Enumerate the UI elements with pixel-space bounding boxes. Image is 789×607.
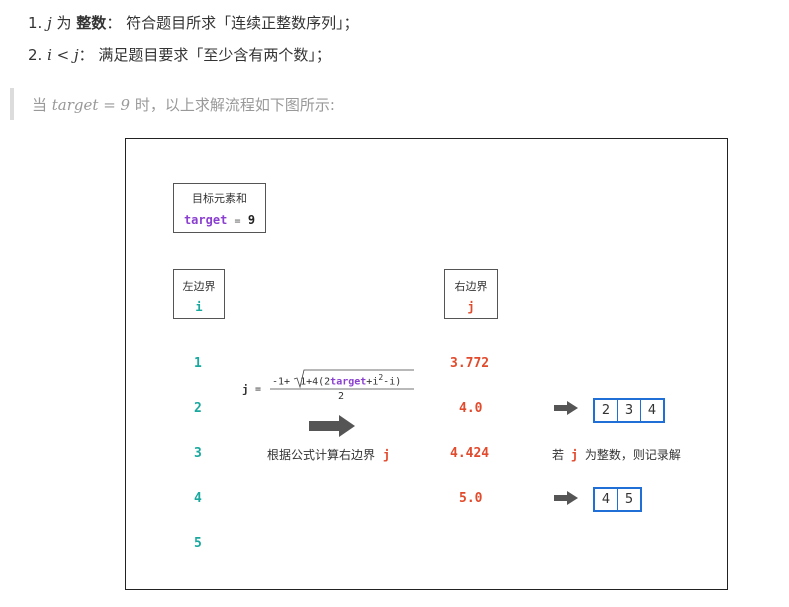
i-value-2: 2: [194, 401, 202, 416]
diagram-panel: 目标元素和 target = 9 左边界 i 右边界 j 1 2 3 4 5 3…: [125, 138, 728, 590]
right-boundary-label: 右边界: [454, 280, 488, 293]
formula-eq: =: [255, 384, 262, 395]
j-value-2: 4.0: [459, 401, 483, 416]
target-keyword: target: [183, 213, 228, 227]
right-boundary-var: j: [467, 300, 475, 314]
solution-2-cell: 4: [595, 489, 618, 510]
caption-record-var: j: [570, 448, 579, 462]
formula-denominator: 2: [338, 391, 345, 402]
intro-line-1-post: ： 符合题目所求「连续正整数序列」；: [106, 14, 359, 32]
left-boundary-label: 左边界: [182, 280, 216, 293]
note-expression: target = 9: [51, 96, 131, 114]
intro-line-1-number: 1.: [28, 14, 43, 32]
blockquote-note: 当 target = 9 时，以上求解流程如下图所示:: [32, 94, 335, 115]
i-value-3: 3: [194, 446, 202, 461]
target-value: 9: [247, 213, 256, 227]
intro-line-2-expression: i < j: [47, 46, 79, 64]
solution-1: 2 3 4: [593, 398, 665, 423]
j-value-1: 3.772: [450, 356, 490, 371]
intro-line-2: 2. i < j： 满足题目要求「至少含有两个数」；: [28, 44, 331, 65]
caption-compute-text: 根据公式计算右边界: [267, 448, 376, 462]
blockquote-bar: [10, 88, 14, 120]
caption-record-pre: 若: [552, 448, 565, 462]
intro-line-1-pre: 为: [51, 14, 77, 32]
j-value-4: 5.0: [459, 491, 483, 506]
i-value-1: 1: [194, 356, 202, 371]
left-boundary-box: 左边界 i: [173, 269, 225, 319]
solution-arrow-icon: [554, 491, 578, 505]
caption-record: 若 j 为整数，则记录解: [552, 446, 681, 463]
intro-line-2-post: ： 满足题目要求「至少含有两个数」；: [78, 46, 331, 64]
right-boundary-box: 右边界 j: [444, 269, 498, 319]
target-operator: =: [234, 216, 241, 227]
caption-compute: 根据公式计算右边界 j: [267, 446, 390, 463]
j-value-3: 4.424: [450, 446, 490, 461]
solution-2: 4 5: [593, 487, 642, 512]
solution-1-cell: 4: [647, 403, 657, 418]
left-boundary-var: i: [195, 300, 203, 314]
intro-line-1-bold: 整数: [76, 14, 107, 32]
target-box: 目标元素和 target = 9: [173, 183, 266, 233]
solution-2-cell: 5: [624, 492, 634, 507]
solution-1-cell: 3: [618, 400, 641, 421]
target-box-label: 目标元素和: [192, 192, 247, 205]
target-equation: target = 9: [174, 213, 265, 227]
i-value-5: 5: [194, 536, 202, 551]
note-pre: 当: [32, 96, 52, 114]
caption-compute-var: j: [382, 448, 391, 462]
intro-line-1: 1. j 为 整数： 符合题目所求「连续正整数序列」；: [28, 12, 359, 33]
formula-lhs: j: [242, 383, 249, 396]
intro-line-2-number: 2.: [28, 46, 43, 64]
solution-arrow-icon: [554, 401, 578, 415]
note-post: 时，以上求解流程如下图所示:: [130, 96, 335, 114]
caption-record-post: 为整数，则记录解: [584, 448, 681, 462]
i-value-4: 4: [194, 491, 202, 506]
solution-1-cell: 2: [595, 400, 618, 421]
arrow-right-icon: [309, 415, 355, 437]
